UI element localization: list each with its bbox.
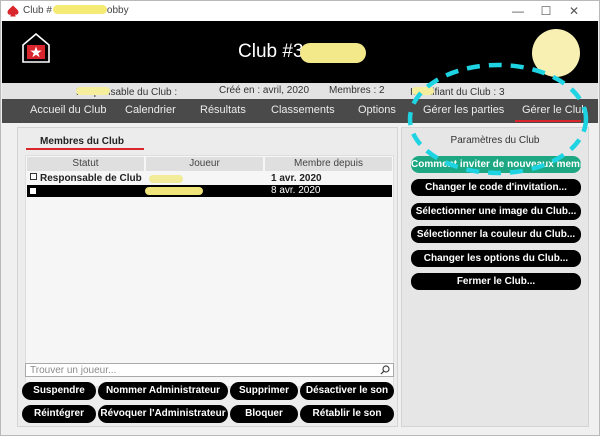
settings-title: Paramètres du Club [450,135,540,146]
redacted-player-name [149,175,183,183]
column-membre-depuis[interactable]: Membre depuis [265,157,393,171]
title-bar: Club # obby — ☐ ✕ [1,1,599,21]
member-status: Responsable de Club [40,173,142,184]
select-club-image-button[interactable]: Sélectionner une image du Club... [411,203,581,220]
player-search-input[interactable] [30,364,370,376]
make-admin-button[interactable]: Nommer Administrateur [98,382,228,400]
club-settings-panel: Paramètres du Club Comment inviter de no… [401,127,589,427]
redacted-club-id [300,43,366,63]
member-since: 8 avr. 2020 [271,185,321,196]
tab-accueil-du-club[interactable]: Accueil du Club [30,104,106,116]
redacted-player-name [145,187,203,195]
club-avatar[interactable] [532,29,580,77]
member-checkbox[interactable] [30,188,36,194]
window-title: Club # obby [23,5,129,16]
member-since: 1 avr. 2020 [271,173,322,184]
club-member-count: Membres : 2 [329,85,385,96]
members-tab-indicator [26,148,144,150]
tab-options[interactable]: Options [358,104,396,116]
members-table: Statut Joueur Membre depuis Responsable … [25,155,394,387]
club-header: Club #3 [2,21,598,83]
unmute-button[interactable]: Rétablir le son [300,405,394,423]
search-icon[interactable] [380,365,390,375]
club-nav-bar: Accueil du Club Calendrier Résultats Cla… [2,99,598,123]
close-club-button[interactable]: Fermer le Club... [411,273,581,290]
club-info-bar: Responsable du Club : Créé en : avril, 2… [2,83,598,99]
suspend-button[interactable]: Suspendre [22,382,96,400]
reinstate-button[interactable]: Réintégrer [22,405,96,423]
table-row[interactable]: 8 avr. 2020 [27,185,392,197]
tab-calendrier[interactable]: Calendrier [125,104,176,116]
revoke-admin-button[interactable]: Révoquer l'Administrateur [98,405,228,423]
tab-gerer-les-parties[interactable]: Gérer les parties [423,104,504,116]
minimize-button[interactable]: — [505,3,531,19]
maximize-button[interactable]: ☐ [533,3,559,19]
column-joueur[interactable]: Joueur [146,157,264,171]
club-created-date: Créé en : avril, 2020 [219,85,310,96]
column-statut[interactable]: Statut [27,157,145,171]
mute-button[interactable]: Désactiver le son [300,382,394,400]
club-window: Club # obby — ☐ ✕ Club #3 Responsable du … [0,0,600,436]
club-home-icon[interactable] [22,33,50,63]
tab-classements[interactable]: Classements [271,104,335,116]
table-row[interactable]: Responsable de Club 1 avr. 2020 [27,173,392,185]
player-search[interactable] [25,363,394,377]
member-checkbox[interactable] [30,173,37,180]
active-tab-indicator [515,120,581,122]
block-button[interactable]: Bloquer [230,405,298,423]
change-club-options-button[interactable]: Changer les options du Club... [411,250,581,267]
delete-button[interactable]: Supprimer [230,382,298,400]
members-tab[interactable]: Membres du Club [26,136,138,147]
club-title: Club #3 [238,41,304,62]
tab-resultats[interactable]: Résultats [200,104,246,116]
change-invite-code-button[interactable]: Changer le code d'invitation... [411,179,581,196]
close-button[interactable]: ✕ [561,3,587,19]
select-club-color-button[interactable]: Sélectionner la couleur du Club... [411,226,581,243]
members-panel: Membres du Club Statut Joueur Membre dep… [17,127,398,427]
invite-members-button[interactable]: Comment inviter de nouveaux membres... [411,156,581,173]
pokerstars-logo-icon [7,5,19,17]
tab-gerer-le-club[interactable]: Gérer le Club [522,104,587,116]
